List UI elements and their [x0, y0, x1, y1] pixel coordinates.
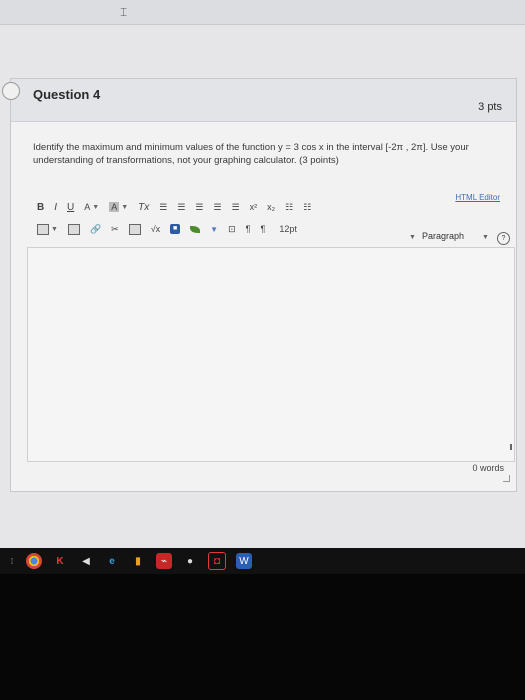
word-count: 0 words — [472, 463, 504, 473]
chevron-down-icon: ▼ — [92, 203, 100, 211]
image-icon[interactable] — [128, 222, 141, 236]
link-icon[interactable]: 🔗 — [90, 222, 101, 236]
ltr-button[interactable]: ¶ — [246, 222, 251, 236]
word-icon[interactable]: W — [236, 553, 252, 569]
mouse-cursor-icon: ⌶ — [120, 5, 128, 19]
subscript-button[interactable]: x₂ — [267, 200, 275, 214]
question-marker-icon — [2, 82, 20, 100]
table-button[interactable]: ▼ — [37, 222, 58, 236]
media-icon[interactable]: ⊡ — [228, 222, 236, 236]
editor-toolbar-row-1: B I U A ▼ A ▼ Tx ☰ ☰ ☰ ☰ ☰ x² x₂ ☷ ☷ — [37, 199, 321, 215]
align-left-icon[interactable]: ☰ — [159, 200, 167, 214]
chevron-down-icon: ▼ — [409, 234, 416, 241]
question-card: Question 4 3 pts Identify the maximum an… — [2, 78, 517, 492]
chevron-down-icon: ▼ — [51, 225, 58, 233]
paragraph-label: Paragraph — [421, 231, 464, 241]
embed-box-icon — [67, 223, 80, 235]
screen-area: ⌶ Question 4 3 pts Identify the maximum … — [0, 0, 525, 548]
resize-handle-icon[interactable] — [503, 475, 510, 482]
editor-toolbar-row-2: ▼ 🔗 ✂ √x ■ ▼ ⊡ ¶ ¶ 12pt — [37, 221, 307, 237]
superscript-button[interactable]: x² — [250, 200, 258, 214]
clear-format-button[interactable]: Tx — [138, 200, 149, 214]
chrome-icon[interactable] — [26, 553, 42, 569]
text-color-label: A — [84, 202, 91, 212]
taskbar-start-icon[interactable]: ⁞ — [8, 553, 16, 569]
apps-icon[interactable]: ▼ — [210, 222, 218, 236]
pdf-icon[interactable]: ⌁ — [156, 553, 172, 569]
mail-icon[interactable]: ◀ — [78, 553, 94, 569]
background-color-label: A — [109, 202, 120, 212]
bullet-list-icon[interactable]: ☷ — [285, 200, 293, 214]
italic-button[interactable]: I — [54, 200, 57, 214]
monitor-bezel — [0, 574, 525, 700]
question-points: 3 pts — [478, 101, 502, 113]
numbered-list-icon[interactable]: ☷ — [303, 200, 311, 214]
unlink-icon[interactable]: ✂ — [111, 222, 119, 236]
edge-icon[interactable]: e — [104, 553, 120, 569]
app-k-icon[interactable]: K — [52, 553, 68, 569]
camera-icon[interactable]: ◘ — [208, 552, 226, 570]
top-strip: ⌶ — [0, 0, 525, 25]
paragraph-select[interactable]: ▼ Paragraph ▼ — [409, 231, 489, 241]
table-icon — [37, 223, 49, 235]
bold-button[interactable]: B — [37, 200, 44, 214]
accessibility-help-icon[interactable]: ? — [497, 232, 510, 245]
sqrt-button[interactable]: √x — [151, 222, 160, 236]
windows-taskbar: ⁞ K ◀ e ▮ ⌁ ● ◘ W — [0, 548, 525, 574]
leaf-shape-icon — [190, 225, 201, 233]
outdent-icon[interactable]: ☰ — [232, 200, 240, 214]
underline-button[interactable]: U — [67, 200, 74, 214]
triangle-icon: ▼ — [210, 224, 219, 234]
text-color-button[interactable]: A ▼ — [84, 200, 99, 214]
embed-icon[interactable] — [67, 222, 80, 236]
background-color-button[interactable]: A ▼ — [109, 200, 128, 214]
leaf-icon[interactable] — [190, 222, 201, 236]
chevron-down-icon: ▼ — [481, 234, 489, 241]
font-size-select[interactable]: 12pt — [279, 222, 297, 236]
question-title: Question 4 — [33, 87, 101, 102]
scrollbar[interactable] — [510, 444, 512, 450]
align-center-icon[interactable]: ☰ — [177, 200, 185, 214]
question-text: Identify the maximum and minimum values … — [33, 142, 469, 166]
rich-text-editor[interactable] — [27, 247, 515, 462]
chevron-down-icon: ▼ — [121, 203, 129, 211]
record-media-icon[interactable]: ■ — [170, 222, 181, 236]
chrome-alt-icon[interactable]: ● — [182, 553, 198, 569]
align-right-icon[interactable]: ☰ — [195, 200, 203, 214]
question-header: Question 4 3 pts — [2, 79, 516, 122]
files-icon[interactable]: ▮ — [130, 553, 146, 569]
rtl-button[interactable]: ¶ — [260, 222, 265, 236]
html-editor-link[interactable]: HTML Editor — [455, 193, 500, 202]
record-box-icon: ■ — [170, 224, 181, 234]
image-box-icon — [128, 223, 141, 235]
indent-icon[interactable]: ☰ — [214, 200, 222, 214]
